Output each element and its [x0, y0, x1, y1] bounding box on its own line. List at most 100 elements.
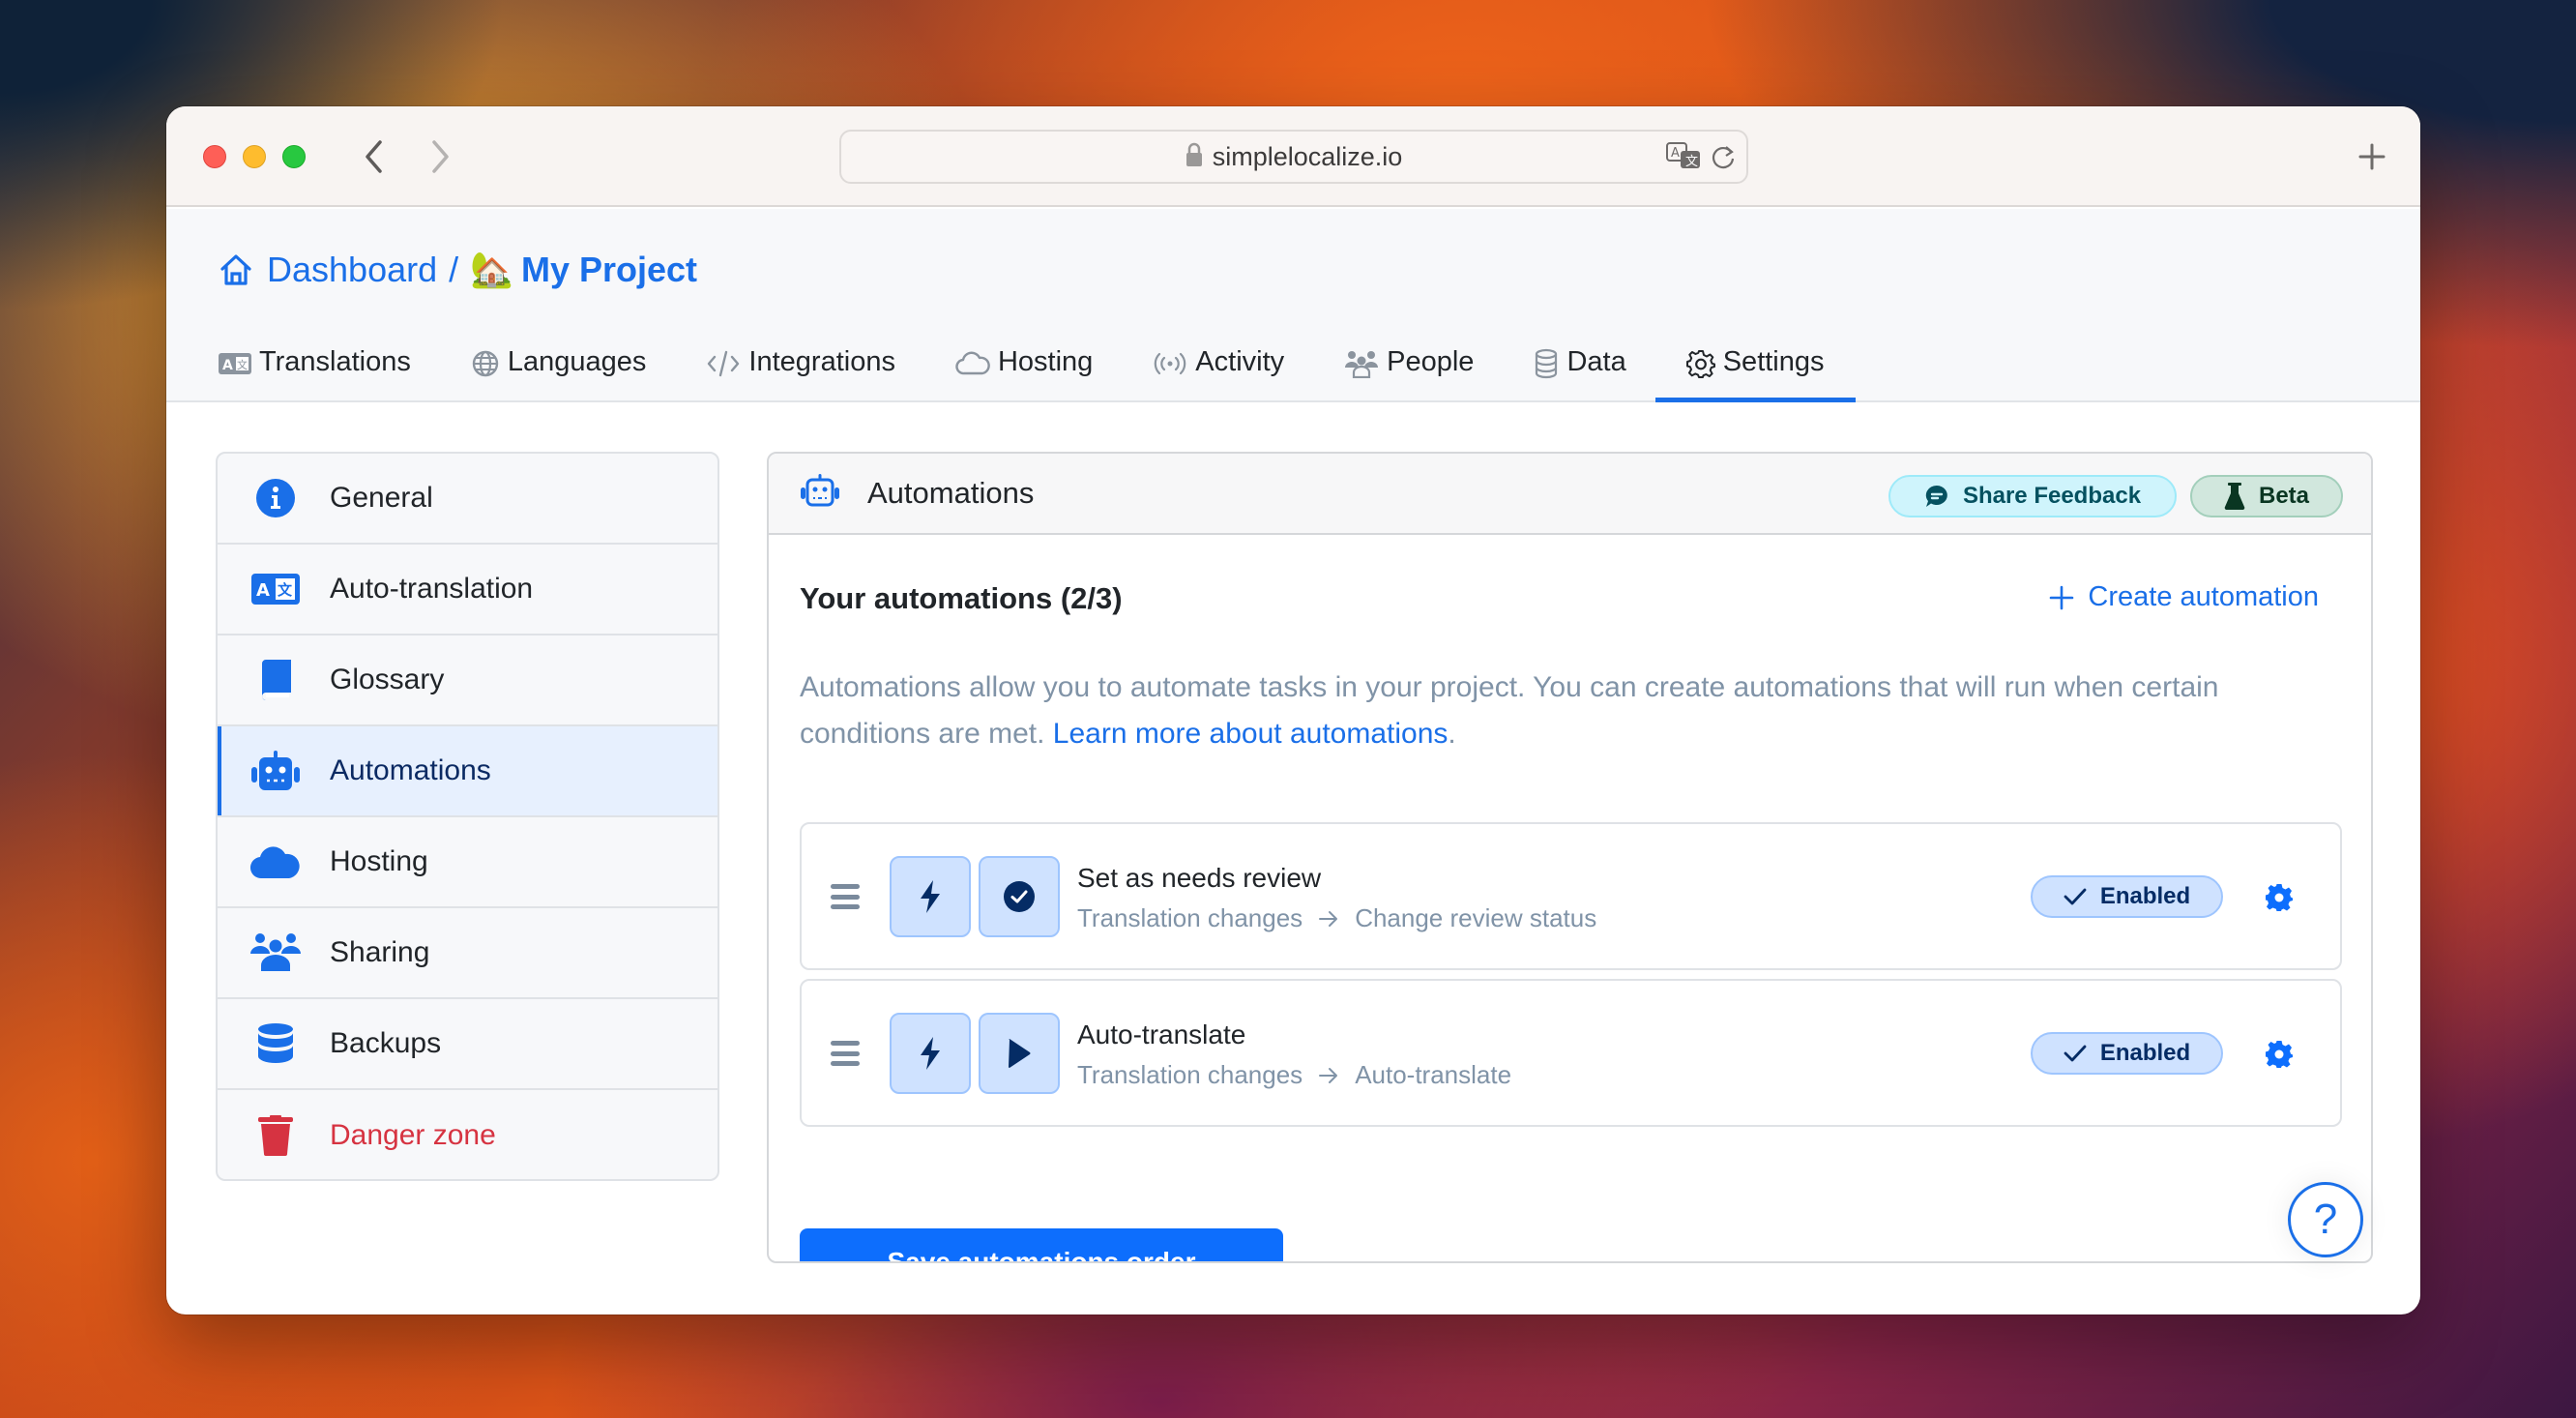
sidebar-item-label: Danger zone [330, 1119, 496, 1151]
translate-icon: A文 [250, 564, 301, 614]
sidebar-item-hosting[interactable]: Hosting [218, 817, 717, 908]
lock-icon [1186, 142, 1203, 172]
status-label: Enabled [2099, 1040, 2191, 1066]
create-automation-button[interactable]: Create automation [2049, 581, 2319, 613]
sidebar-item-label: Hosting [330, 845, 428, 877]
new-tab-button[interactable] [2353, 137, 2391, 176]
sidebar-item-label: General [330, 482, 433, 514]
browser-window: simplelocalize.io A文 Dashboard / 🏡 My Pr… [166, 106, 2420, 1315]
address-bar[interactable]: simplelocalize.io A文 [839, 130, 1748, 184]
sidebar-item-auto-translation[interactable]: A文 Auto-translation [218, 545, 717, 635]
sidebar-item-automations[interactable]: Automations [218, 726, 717, 817]
project-emoji-icon: 🏡 [470, 250, 513, 289]
tab-hosting[interactable]: Hosting [955, 337, 1093, 402]
info-icon [250, 473, 301, 523]
translate-page-icon[interactable]: A文 [1665, 141, 1702, 179]
create-automation-label: Create automation [2088, 581, 2319, 612]
tab-settings[interactable]: Settings [1654, 337, 1856, 402]
maximize-window-button[interactable] [282, 145, 306, 168]
url-text: simplelocalize.io [1212, 141, 1403, 171]
sidebar-item-label: Glossary [330, 664, 445, 695]
code-icon [706, 346, 741, 381]
description-text: Automations allow you to automate tasks … [800, 671, 2219, 750]
flask-icon [2224, 483, 2245, 510]
drag-handle-icon[interactable] [831, 882, 860, 911]
automation-flow: Translation changes Change review status [1077, 903, 1596, 933]
beta-label: Beta [2258, 483, 2310, 509]
automation-action: Auto-translate [1355, 1060, 1512, 1089]
svg-text:文: 文 [278, 581, 293, 599]
sidebar-item-danger-zone[interactable]: Danger zone [218, 1090, 717, 1179]
database-icon [1534, 346, 1559, 381]
back-button[interactable] [352, 135, 395, 178]
trigger-step [890, 1013, 971, 1094]
trigger-step [890, 856, 971, 937]
sidebar-item-sharing[interactable]: Sharing [218, 908, 717, 999]
tab-activity[interactable]: Activity [1153, 337, 1284, 402]
tab-label: Activity [1195, 346, 1285, 377]
check-icon [2064, 887, 2087, 906]
automation-item[interactable]: Set as needs review Translation changes … [800, 822, 2342, 970]
gear-icon [2266, 1041, 2293, 1068]
close-window-button[interactable] [203, 145, 226, 168]
project-name: My Project [520, 250, 698, 289]
tab-languages[interactable]: Languages [471, 337, 647, 402]
svg-text:文: 文 [237, 358, 248, 371]
cloud-icon [955, 346, 990, 381]
database-icon [250, 1019, 301, 1069]
tab-label: Translations [259, 346, 411, 377]
tab-label: Languages [507, 346, 647, 377]
robot-icon [800, 473, 840, 514]
tab-integrations[interactable]: Integrations [706, 337, 895, 402]
check-icon [2064, 1044, 2087, 1063]
robot-icon [250, 746, 301, 796]
gear-icon [1685, 346, 1715, 381]
breadcrumb-project-link[interactable]: 🏡 My Project [470, 250, 697, 290]
project-header: Dashboard / 🏡 My Project A文 Translations… [166, 209, 2420, 402]
drag-handle-icon[interactable] [831, 1039, 860, 1068]
save-automations-order-button[interactable]: Save automations order [800, 1228, 1283, 1261]
trash-icon [250, 1110, 301, 1161]
automation-settings-button[interactable] [2264, 882, 2295, 913]
tab-label: People [1387, 346, 1475, 377]
tab-translations[interactable]: A文 Translations [219, 337, 411, 402]
enabled-status-toggle[interactable]: Enabled [2031, 875, 2223, 918]
arrow-right-icon [1318, 1067, 1339, 1084]
panel-header: Automations Share Feedback Beta [769, 454, 2371, 535]
tab-data[interactable]: Data [1534, 337, 1626, 402]
arrow-right-icon [1318, 910, 1339, 928]
help-button[interactable]: ? [2288, 1182, 2363, 1257]
breadcrumb-dashboard-link[interactable]: Dashboard [267, 250, 437, 290]
check-circle-icon [1004, 881, 1035, 912]
breadcrumb: Dashboard / 🏡 My Project [219, 250, 697, 290]
enabled-status-toggle[interactable]: Enabled [2031, 1032, 2223, 1075]
sidebar-item-general[interactable]: General [218, 454, 717, 545]
sidebar-item-glossary[interactable]: Glossary [218, 635, 717, 726]
section-title: Your automations (2/3) [800, 581, 1123, 615]
play-icon [1009, 1039, 1031, 1068]
globe-icon [471, 346, 500, 381]
chevron-right-icon [432, 140, 449, 173]
plus-icon [2358, 143, 2386, 170]
action-step [979, 1013, 1060, 1094]
learn-more-link[interactable]: Learn more about automations [1053, 718, 1449, 750]
automation-item[interactable]: Auto-translate Translation changes Auto-… [800, 979, 2342, 1127]
bolt-icon [921, 880, 940, 913]
sidebar-item-backups[interactable]: Backups [218, 999, 717, 1090]
gear-icon [2266, 884, 2293, 911]
forward-button[interactable] [420, 135, 462, 178]
minimize-window-button[interactable] [243, 145, 266, 168]
automations-panel: Automations Share Feedback Beta Your aut… [767, 452, 2373, 1263]
automation-name: Set as needs review [1077, 863, 1322, 893]
project-tabs: A文 Translations Languages Integrations H… [219, 337, 1885, 402]
panel-title: Automations [867, 476, 1035, 510]
share-feedback-button[interactable]: Share Feedback [1888, 475, 2177, 517]
automations-description: Automations allow you to automate tasks … [800, 665, 2327, 757]
sidebar-item-label: Auto-translation [330, 573, 534, 605]
automation-settings-button[interactable] [2264, 1039, 2295, 1070]
automation-name: Auto-translate [1077, 1019, 1246, 1049]
reload-icon[interactable] [1710, 143, 1737, 177]
share-feedback-label: Share Feedback [1962, 483, 2142, 509]
chat-icon [1924, 484, 1949, 509]
tab-people[interactable]: People [1344, 337, 1474, 402]
